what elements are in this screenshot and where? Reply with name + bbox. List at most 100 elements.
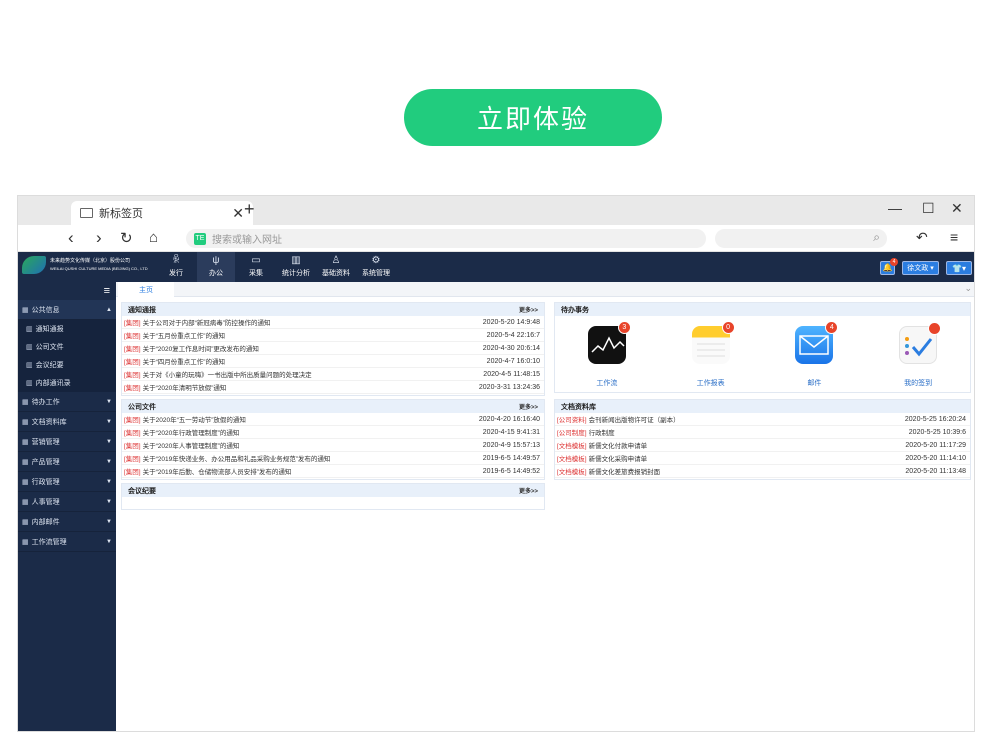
category-tag: [公司制度] <box>557 430 587 437</box>
item-title: 关于“2020年人事管理制度”的通知 <box>142 443 240 450</box>
checkin-icon <box>899 322 942 364</box>
menu-system[interactable]: ⚙ 系统管理 <box>357 252 395 282</box>
list-item[interactable]: [文档模板] 新儒文化差旅费报销封面 2020-5-20 11:13:48 <box>555 465 970 478</box>
item-title: 关于对《小童的玩嗨》一书出版中所出质量问题的处理决定 <box>142 372 312 379</box>
logo-english: WEILAI QUSHI CULTURE MEDIA (BEIJING) CO.… <box>50 266 148 271</box>
sidebar-group-public[interactable]: ▦ 公共信息 ▲ <box>18 300 116 320</box>
chevron-down-icon: ▼ <box>106 538 112 545</box>
chevron-down-icon: ▼ <box>106 478 112 485</box>
grid-icon: ▦ <box>22 458 29 466</box>
item-date: 2020-4-5 11:48:15 <box>483 370 540 378</box>
sidebar-group-label: 文档资料库 <box>31 418 67 426</box>
notification-bell-icon[interactable]: 🔔 4 <box>880 258 898 275</box>
category-tag: [集团] <box>124 359 141 366</box>
search-box[interactable]: ⌕ <box>715 229 887 248</box>
maximize-icon[interactable]: ☐ <box>922 200 935 217</box>
todo-report[interactable]: 0 工作报表 <box>676 321 746 388</box>
close-window-icon[interactable]: ✕ <box>951 200 963 217</box>
category-tag: [文档模板] <box>557 456 587 463</box>
user-menu[interactable]: 徐文政 ▾ <box>902 261 939 275</box>
sidebar-group-mail[interactable]: ▦ 内部邮件 ▼ <box>18 512 116 532</box>
list-item[interactable]: [集团] 关于“四月份重点工作”的通知 2020-4-7 16:0:10 <box>122 355 544 368</box>
list-item[interactable]: [集团] 关于2020年“五一劳动节”放假的通知 2020-4-20 16:16:4… <box>122 413 544 426</box>
list-item[interactable]: [集团] 关于“2020复工作息时间”更改发布的通知 2020-4-30 20:6:… <box>122 342 544 355</box>
sidebar-group-marketing[interactable]: ▦ 营销管理 ▼ <box>18 432 116 452</box>
back-icon[interactable]: ‹ <box>68 228 74 248</box>
item-title: 新儒文化差旅费报销封面 <box>588 469 661 476</box>
list-item[interactable]: [文档模板] 新儒文化采购申请单 2020-5-20 11:14:10 <box>555 452 970 465</box>
sidebar-item-meetings[interactable]: ▥ 会议纪要 <box>18 356 116 374</box>
menu-basic-data[interactable]: ♙ 基础资料 <box>317 252 355 282</box>
menu-statistics[interactable]: ▥ 统计分析 <box>277 252 315 282</box>
tab-home[interactable]: 主页 <box>118 282 174 297</box>
sidebar-item-notices[interactable]: ▥ 通知通报 <box>18 320 116 338</box>
sidebar-group-todo[interactable]: ▦ 待办工作 ▼ <box>18 392 116 412</box>
todo-panel: 待办事务 3 工作流 0 工作报表 4 邮件 我的签到 <box>554 302 971 393</box>
search-icon: ⌕ <box>873 230 880 244</box>
sidebar-group-docs[interactable]: ▦ 文档资料库 ▼ <box>18 412 116 432</box>
sidebar-group-label: 行政管理 <box>31 478 60 486</box>
grid-icon: ▦ <box>22 398 29 406</box>
todo-workflow[interactable]: 3 工作流 <box>572 321 642 388</box>
sidebar-group-products[interactable]: ▦ 产品管理 ▼ <box>18 452 116 472</box>
menu-office[interactable]: ψ 办公 <box>197 252 235 282</box>
todo-checkin[interactable]: 我的签到 <box>883 322 953 388</box>
list-item[interactable]: [公司资料] 会刊新闻出版物许可证（副本） 2020-5-25 16:20:24 <box>555 413 970 426</box>
sidebar-group-admin[interactable]: ▦ 行政管理 ▼ <box>18 472 116 492</box>
category-tag: [集团] <box>124 320 141 327</box>
list-item[interactable]: [文档模板] 新儒文化付款申请单 2020-5-20 11:17:29 <box>555 439 970 452</box>
panel-title: 待办事务 <box>561 306 589 314</box>
sidebar-item-files[interactable]: ▥ 公司文件 <box>18 338 116 356</box>
menu-label: 基础资料 <box>322 270 350 277</box>
category-tag: [集团] <box>124 385 141 392</box>
menu-publish[interactable]: ꆜ 发行 <box>157 252 195 282</box>
todo-mail[interactable]: 4 邮件 <box>779 321 849 388</box>
try-now-button[interactable]: 立即体验 <box>404 89 662 146</box>
notices-panel: 通知通报 更多>> [集团] 关于公司对于内部“新冠病毒”防控操作的通知 2020-5… <box>121 302 545 396</box>
notification-count: 4 <box>890 258 898 266</box>
sidebar-group-hr[interactable]: ▦ 人事管理 ▼ <box>18 492 116 512</box>
item-title: 关于“2020复工作息时间”更改发布的通知 <box>142 346 259 353</box>
list-item[interactable]: [集团] 关于“2020年行政管理制度”的通知 2020-4-15 9:41:31 <box>122 426 544 439</box>
chevron-down-icon[interactable]: ⌄ <box>964 283 972 294</box>
collapse-menu-icon[interactable]: ≡ <box>18 282 116 300</box>
browser-tab[interactable]: 新标签页 ✕ <box>71 201 253 225</box>
home-icon[interactable]: ⌂ <box>149 229 158 246</box>
more-link[interactable]: 更多>> <box>519 486 538 495</box>
list-item[interactable]: [公司制度] 行政制度 2020-5-25 10:39:6 <box>555 426 970 439</box>
building-icon: ▥ <box>26 362 33 369</box>
list-item[interactable]: [集团] 关于“2020年清明节放假”通知 2020-3-31 13:24:36 <box>122 381 544 394</box>
list-item[interactable]: [集团] 关于“五月份重点工作”的通知 2020-5-4 22:16:7 <box>122 329 544 342</box>
menu-icon[interactable]: ≡ <box>950 229 958 245</box>
menu-collect[interactable]: ▭ 采集 <box>237 252 275 282</box>
forward-icon[interactable]: › <box>96 228 102 248</box>
list-item[interactable]: [集团] 关于对《小童的玩嗨》一书出版中所出质量问题的处理决定 2020-4-5 1… <box>122 368 544 381</box>
url-input[interactable]: TE 搜索或输入网址 <box>186 229 706 248</box>
sidebar-item-label: 会议纪要 <box>35 362 64 369</box>
more-link[interactable]: 更多>> <box>519 305 538 314</box>
list-item[interactable]: [集团] 关于“2020年人事管理制度”的通知 2020-4-9 15:57:13 <box>122 439 544 452</box>
new-tab-icon[interactable]: + <box>244 199 255 220</box>
close-tab-icon[interactable]: ✕ <box>232 205 244 222</box>
building-icon: ▥ <box>26 326 33 333</box>
undo-icon[interactable]: ↶ <box>916 229 928 246</box>
item-title: 新儒文化付款申请单 <box>588 443 648 450</box>
sidebar-group-label: 人事管理 <box>31 498 60 506</box>
category-tag: [集团] <box>124 443 141 450</box>
sidebar-item-contacts[interactable]: ▥ 内部通讯录 <box>18 374 116 392</box>
more-link[interactable]: 更多>> <box>519 402 538 411</box>
sidebar-group-workflow[interactable]: ▦ 工作流管理 ▼ <box>18 532 116 552</box>
files-panel: 公司文件 更多>> [集团] 关于2020年“五一劳动节”放假的通知 2020-4-2… <box>121 399 545 480</box>
list-item[interactable]: [集团] 关于“2019年快递业务、办公用品和礼品采购业务规范”发布的通知 2019… <box>122 452 544 465</box>
list-item[interactable]: [集团] 关于“2019年后勤、仓储物流部人员安排”发布的通知 2019-6-5 1… <box>122 465 544 478</box>
workflow-badge: 3 <box>617 321 631 334</box>
chevron-down-icon: ▼ <box>106 518 112 525</box>
category-tag: [文档模板] <box>557 469 587 476</box>
users-icon: ꆜ <box>172 255 180 266</box>
reload-icon[interactable]: ↻ <box>120 229 133 247</box>
minimize-icon[interactable]: — <box>888 200 902 216</box>
report-badge: 0 <box>721 321 735 334</box>
list-item[interactable]: [集团] 关于公司对于内部“新冠病毒”防控操作的通知 2020-5-20 14:9:… <box>122 316 544 329</box>
chart-icon: ▥ <box>291 255 301 266</box>
theme-icon[interactable]: 👕▾ <box>946 261 972 275</box>
